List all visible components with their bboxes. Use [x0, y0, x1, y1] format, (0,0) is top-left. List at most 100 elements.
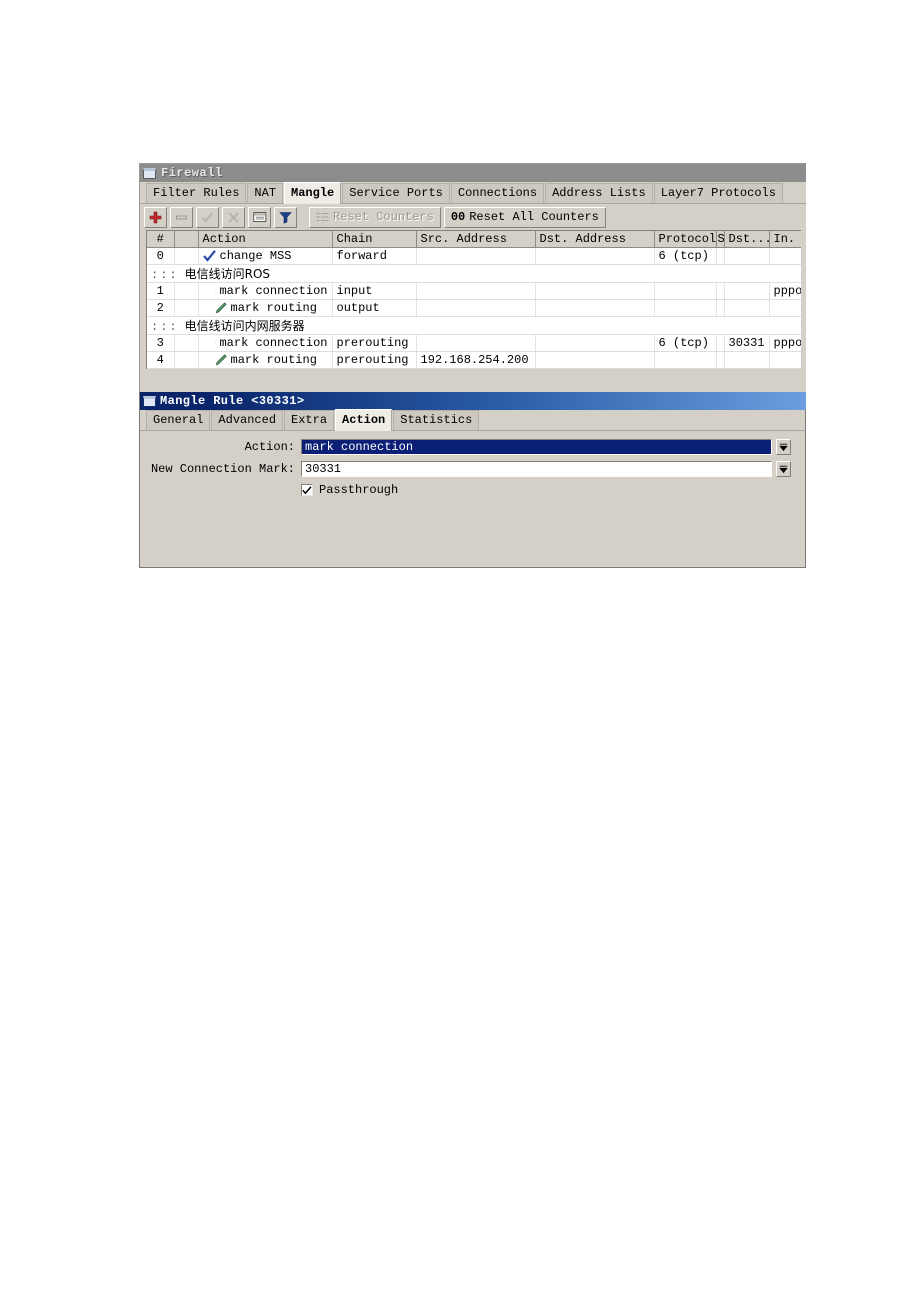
window-icon	[143, 395, 156, 407]
passthrough-checkbox[interactable]	[301, 484, 313, 496]
table-comment-row[interactable]: ::: 电信线访问内网服务器	[147, 316, 801, 335]
mangle-dialog-body: General Advanced Extra Action Statistics…	[140, 409, 806, 568]
firewall-tabstrip: Filter Rules NAT Mangle Service Ports Co…	[140, 182, 806, 204]
plus-icon	[149, 211, 162, 223]
cell-dst-port	[724, 282, 770, 300]
new-connection-mark-input[interactable]: 30331	[301, 461, 772, 477]
window-icon	[143, 167, 156, 179]
table-row[interactable]: 0 change MSS forward 6 (tcp)	[147, 247, 801, 265]
col-flags[interactable]	[174, 231, 199, 248]
reset-counters-button[interactable]: Reset Counters	[309, 206, 441, 228]
cell-src-port	[716, 351, 725, 369]
cell-chain: prerouting	[332, 334, 417, 352]
col-number[interactable]: #	[147, 231, 175, 248]
reset-all-counters-label: Reset All Counters	[469, 210, 599, 224]
mangle-rule-dialog: Mangle Rule <30331> General Advanced Ext…	[139, 392, 806, 568]
comment-icon	[252, 212, 266, 222]
firewall-toolbar: Reset Counters 00 Reset All Counters	[140, 204, 806, 230]
reset-counters-icon	[316, 212, 329, 221]
cell-dst-port	[724, 351, 770, 369]
comment-dots: :::	[151, 268, 179, 282]
tab-layer7-protocols[interactable]: Layer7 Protocols	[653, 183, 783, 203]
pen-blue-icon	[214, 342, 216, 344]
cell-dst-port	[724, 247, 770, 265]
cell-in-interface	[769, 299, 801, 317]
cell-flags	[174, 299, 199, 317]
cell-src-port	[716, 334, 725, 352]
firewall-titlebar[interactable]: Firewall	[140, 164, 806, 182]
cross-icon	[228, 211, 239, 223]
action-select[interactable]: mark connection	[301, 439, 772, 455]
pen-blue-icon	[214, 290, 216, 292]
col-src-port[interactable]: S	[716, 231, 725, 248]
table-row[interactable]: 1 mark connection input ppp	[147, 282, 801, 300]
cell-number: 2	[147, 299, 175, 317]
col-src-address[interactable]: Src. Address	[416, 231, 536, 248]
cell-number: 4	[147, 351, 175, 369]
new-connection-mark-dropdown-button[interactable]	[776, 461, 791, 477]
table-row[interactable]: 3 mark connection prerouting 6 (tcp) 303…	[147, 334, 801, 352]
new-connection-mark-field-row: New Connection Mark: 30331	[140, 461, 791, 477]
cell-in-interface: pppoe-c	[769, 282, 801, 300]
cell-src-port	[716, 282, 725, 300]
cell-chain: forward	[332, 247, 417, 265]
tab-advanced[interactable]: Advanced	[211, 410, 284, 430]
cell-dst-port	[724, 299, 770, 317]
cell-action: mark routing	[198, 299, 333, 317]
cell-protocol	[654, 299, 717, 317]
table-comment-row[interactable]: ::: 电信线访问ROS	[147, 264, 801, 283]
cell-action-label: mark routing	[230, 353, 317, 367]
action-dropdown-button[interactable]	[776, 439, 791, 455]
table-row[interactable]: 2 mark routing output	[147, 299, 801, 317]
cell-src-port	[716, 299, 725, 317]
tab-action[interactable]: Action	[335, 409, 393, 431]
cell-action-label: mark routing	[230, 301, 317, 315]
tab-extra[interactable]: Extra	[284, 410, 335, 430]
col-action[interactable]: Action	[198, 231, 333, 248]
cell-src-address	[416, 334, 536, 352]
passthrough-row[interactable]: Passthrough	[301, 483, 791, 497]
cell-chain: output	[332, 299, 417, 317]
table-row[interactable]: 4 mark routing prerouting 192.168.254.20…	[147, 351, 801, 369]
cell-protocol: 6 (tcp)	[654, 334, 717, 352]
tab-general[interactable]: General	[146, 410, 211, 430]
cell-chain: prerouting	[332, 351, 417, 369]
new-connection-mark-label: New Connection Mark:	[150, 462, 295, 476]
cell-number: 1	[147, 282, 175, 300]
check-icon	[302, 485, 312, 494]
col-dst-address[interactable]: Dst. Address	[535, 231, 655, 248]
cell-flags	[174, 247, 199, 265]
tab-statistics[interactable]: Statistics	[393, 410, 480, 430]
pen-green-icon	[215, 354, 227, 366]
col-in-interface[interactable]: In. Int	[769, 231, 801, 248]
cell-comment: ::: 电信线访问内网服务器	[147, 316, 801, 335]
cell-flags	[174, 334, 199, 352]
remove-rule-button[interactable]	[170, 206, 193, 228]
col-protocol[interactable]: Protocol	[654, 231, 717, 248]
disable-rule-button[interactable]	[222, 206, 245, 228]
filter-button[interactable]	[274, 206, 297, 228]
add-rule-button[interactable]	[144, 206, 167, 228]
reset-all-counters-button[interactable]: 00 Reset All Counters	[443, 206, 606, 228]
cell-action: change MSS	[198, 247, 333, 265]
cell-comment: ::: 电信线访问ROS	[147, 264, 801, 283]
cell-number: 0	[147, 247, 175, 265]
cell-flags	[174, 282, 199, 300]
mangle-dialog-titlebar[interactable]: Mangle Rule <30331>	[140, 392, 806, 410]
comment-text: 电信线访问ROS	[184, 267, 271, 281]
tab-service-ports[interactable]: Service Ports	[342, 183, 450, 203]
comment-dots: :::	[151, 320, 179, 334]
tab-address-lists[interactable]: Address Lists	[545, 183, 653, 203]
cell-action-label: mark connection	[219, 336, 328, 350]
enable-rule-button[interactable]	[196, 206, 219, 228]
comment-button[interactable]	[248, 206, 271, 228]
tab-nat[interactable]: NAT	[247, 183, 284, 203]
cell-src-address	[416, 247, 536, 265]
tab-filter-rules[interactable]: Filter Rules	[146, 183, 247, 203]
tab-connections[interactable]: Connections	[450, 183, 545, 203]
cell-in-interface	[769, 351, 801, 369]
col-dst-port[interactable]: Dst...	[724, 231, 770, 248]
col-chain[interactable]: Chain	[332, 231, 417, 248]
cell-action: mark routing	[198, 351, 333, 369]
tab-mangle[interactable]: Mangle	[284, 182, 342, 204]
